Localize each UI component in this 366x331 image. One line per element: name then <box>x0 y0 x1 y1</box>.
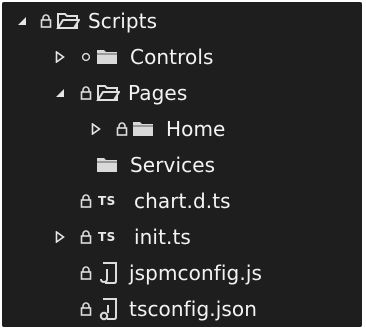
tree-item-label: Home <box>166 117 226 141</box>
tree-item-init-ts[interactable]: TS init.ts <box>2 219 362 255</box>
json-file-icon <box>97 297 119 321</box>
tree-item-pages[interactable]: Pages <box>2 75 362 111</box>
typescript-file-icon: TS <box>98 194 116 208</box>
lock-icon <box>78 85 94 101</box>
javascript-file-icon <box>97 261 119 285</box>
lock-icon <box>38 13 54 29</box>
tree-item-label: Scripts <box>88 9 158 33</box>
collapsed-arrow-icon[interactable] <box>52 229 68 245</box>
lock-icon <box>78 229 94 245</box>
tree-item-services[interactable]: Services <box>2 147 362 183</box>
folder-open-icon <box>96 83 120 103</box>
lock-icon <box>78 193 94 209</box>
collapsed-arrow-icon[interactable] <box>88 121 104 137</box>
tree-item-label: tsconfig.json <box>129 297 258 321</box>
typescript-file-icon: TS <box>98 230 116 244</box>
tree-item-home[interactable]: Home <box>2 111 362 147</box>
tree-item-controls[interactable]: Controls <box>2 39 362 75</box>
file-tree: Scripts Controls Pages Home Services TS … <box>2 3 362 327</box>
tree-item-label: Pages <box>128 81 188 105</box>
tree-item-label: Controls <box>130 45 214 69</box>
tree-item-label: init.ts <box>134 225 191 249</box>
solution-explorer-panel: Scripts Controls Pages Home Services TS … <box>2 2 362 327</box>
tree-item-label: Services <box>130 153 216 177</box>
expanded-arrow-icon[interactable] <box>52 85 68 101</box>
tree-item-tsconfig-json[interactable]: tsconfig.json <box>2 291 362 327</box>
lock-icon <box>78 265 94 281</box>
folder-icon <box>132 120 154 138</box>
tree-item-chart-d-ts[interactable]: TS chart.d.ts <box>2 183 362 219</box>
folder-open-icon <box>56 11 80 31</box>
tree-item-jspmconfig-js[interactable]: jspmconfig.js <box>2 255 362 291</box>
tree-item-label: chart.d.ts <box>134 189 231 213</box>
collapsed-arrow-icon[interactable] <box>52 49 68 65</box>
circle-status-icon <box>78 49 94 65</box>
tree-item-label: jspmconfig.js <box>129 261 262 285</box>
folder-icon <box>96 156 118 174</box>
folder-icon <box>96 48 118 66</box>
lock-icon <box>78 301 94 317</box>
expanded-arrow-icon[interactable] <box>14 13 30 29</box>
tree-item-scripts[interactable]: Scripts <box>2 3 362 39</box>
lock-icon <box>114 121 130 137</box>
